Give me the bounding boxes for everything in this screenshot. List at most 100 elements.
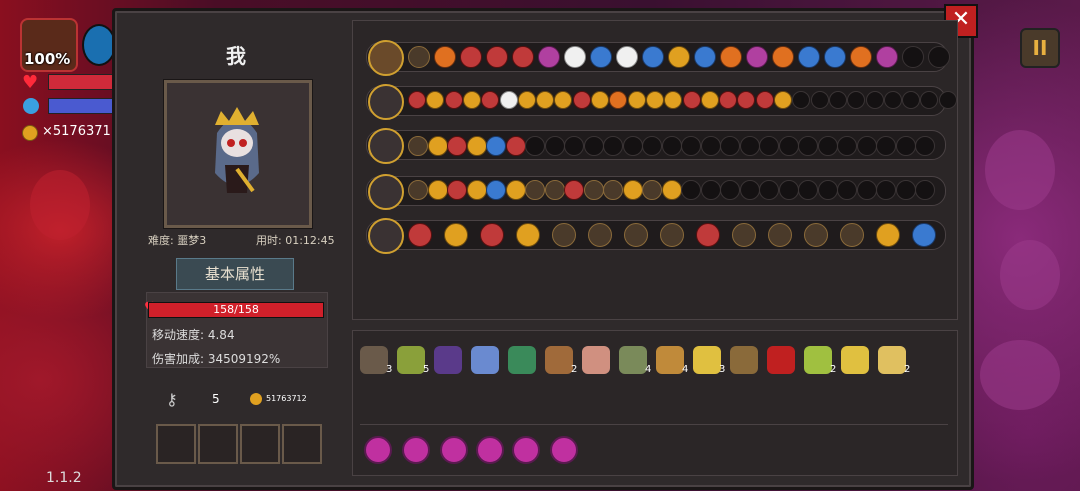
- enchant-slot-filled[interactable]: [591, 91, 609, 109]
- enchant-slot-filled[interactable]: [447, 136, 467, 156]
- antler-icon[interactable]: [841, 346, 869, 374]
- enchant-slot-empty[interactable]: [876, 136, 896, 156]
- enchant-slot-empty[interactable]: [938, 91, 957, 109]
- enchant-slot-filled[interactable]: [462, 91, 481, 109]
- helmet-icon[interactable]: [508, 346, 536, 374]
- enchant-slot-filled[interactable]: [517, 91, 536, 109]
- enchant-slot-filled[interactable]: [427, 180, 448, 200]
- enchant-slot-filled[interactable]: [544, 180, 565, 200]
- hat-icon[interactable]: [360, 346, 388, 374]
- enchant-slot-filled[interactable]: [627, 91, 646, 109]
- enchant-slot-filled[interactable]: [408, 223, 432, 247]
- enchant-slot-filled[interactable]: [912, 223, 936, 247]
- eye-icon[interactable]: [767, 346, 795, 374]
- enchant-slot-empty[interactable]: [564, 136, 584, 156]
- enchant-slot-filled[interactable]: [668, 46, 690, 68]
- enchant-slot-filled[interactable]: [616, 46, 638, 68]
- enchant-slot-filled[interactable]: [603, 180, 623, 200]
- enchant-slot-filled[interactable]: [694, 46, 716, 68]
- wand-icon[interactable]: [368, 174, 404, 210]
- mace-icon[interactable]: [368, 218, 404, 254]
- enchant-slot-empty[interactable]: [828, 91, 847, 109]
- enchant-slot-empty[interactable]: [739, 136, 760, 156]
- enchant-slot-empty[interactable]: [525, 136, 545, 156]
- equipment-slot[interactable]: [156, 424, 196, 464]
- enchant-slot-empty[interactable]: [720, 136, 740, 156]
- enchant-slot-filled[interactable]: [660, 223, 684, 247]
- enchant-slot-filled[interactable]: [755, 91, 774, 109]
- enchant-slot-filled[interactable]: [624, 223, 648, 247]
- enchant-slot-filled[interactable]: [661, 180, 682, 200]
- enchant-slot-filled[interactable]: [486, 136, 506, 156]
- enchant-slot-filled[interactable]: [516, 223, 540, 247]
- tab-basic-attributes[interactable]: 基本属性: [176, 258, 294, 290]
- enchant-slot-filled[interactable]: [798, 46, 820, 68]
- enchant-slot-empty[interactable]: [876, 180, 896, 200]
- enchant-slot-empty[interactable]: [895, 180, 916, 200]
- enchant-slot-filled[interactable]: [466, 180, 487, 200]
- chest-icon[interactable]: [368, 40, 404, 76]
- enchant-slot-filled[interactable]: [772, 46, 794, 68]
- enchant-slot-filled[interactable]: [590, 46, 612, 68]
- enchant-slot-empty[interactable]: [915, 136, 935, 156]
- flask-icon[interactable]: [693, 346, 721, 374]
- enchant-slot-filled[interactable]: [824, 46, 846, 68]
- enchant-slot-filled[interactable]: [774, 91, 792, 109]
- enchant-slot-empty[interactable]: [700, 136, 721, 156]
- hourglass-icon[interactable]: [730, 346, 758, 374]
- enchant-slot-filled[interactable]: [444, 223, 468, 247]
- enchant-slot-empty[interactable]: [837, 136, 857, 156]
- enchant-slot-filled[interactable]: [746, 46, 768, 68]
- pickaxe-icon[interactable]: [656, 346, 684, 374]
- skill-icon[interactable]: [512, 436, 540, 464]
- enchant-slot-filled[interactable]: [505, 136, 526, 156]
- enchant-slot-filled[interactable]: [719, 91, 738, 109]
- enchant-slot-empty[interactable]: [661, 136, 682, 156]
- enchant-slot-empty[interactable]: [778, 180, 799, 200]
- skill-icon[interactable]: [440, 436, 468, 464]
- enchant-slot-empty[interactable]: [883, 91, 902, 109]
- enchant-slot-empty[interactable]: [681, 180, 701, 200]
- enchant-slot-empty[interactable]: [700, 180, 721, 200]
- enchant-slot-empty[interactable]: [720, 180, 740, 200]
- enchant-slot-filled[interactable]: [466, 136, 487, 156]
- enchant-slot-empty[interactable]: [603, 136, 623, 156]
- enchant-slot-filled[interactable]: [525, 180, 545, 200]
- crystal-icon[interactable]: [471, 346, 499, 374]
- enchant-slot-filled[interactable]: [720, 46, 742, 68]
- enchant-slot-filled[interactable]: [642, 180, 662, 200]
- enchant-slot-empty[interactable]: [642, 136, 662, 156]
- enchant-slot-filled[interactable]: [536, 91, 555, 109]
- enchant-slot-filled[interactable]: [552, 223, 576, 247]
- enchant-slot-empty[interactable]: [928, 46, 950, 68]
- enchant-slot-empty[interactable]: [759, 136, 779, 156]
- enchant-slot-filled[interactable]: [434, 46, 456, 68]
- skill-icon[interactable]: [550, 436, 578, 464]
- enchant-slot-filled[interactable]: [512, 46, 534, 68]
- skill-icon[interactable]: [476, 436, 504, 464]
- enchant-slot-filled[interactable]: [876, 223, 900, 247]
- enchant-slot-filled[interactable]: [499, 91, 518, 109]
- enchant-slot-empty[interactable]: [837, 180, 857, 200]
- enchant-slot-filled[interactable]: [486, 46, 508, 68]
- pause-button[interactable]: II: [1020, 28, 1060, 68]
- skill-icon[interactable]: [364, 436, 392, 464]
- enchant-slot-empty[interactable]: [856, 180, 877, 200]
- skill-icon[interactable]: [402, 436, 430, 464]
- enchant-slot-empty[interactable]: [817, 136, 838, 156]
- enchant-slot-empty[interactable]: [902, 91, 921, 109]
- enchant-slot-empty[interactable]: [810, 91, 829, 109]
- enchant-slot-empty[interactable]: [798, 136, 818, 156]
- enchant-slot-filled[interactable]: [408, 136, 428, 156]
- enchant-slot-empty[interactable]: [817, 180, 838, 200]
- enchant-slot-empty[interactable]: [681, 136, 701, 156]
- enchant-slot-filled[interactable]: [850, 46, 872, 68]
- enchant-slot-filled[interactable]: [696, 223, 720, 247]
- enchant-slot-filled[interactable]: [564, 46, 586, 68]
- sword-icon[interactable]: [619, 346, 647, 374]
- enchant-slot-filled[interactable]: [732, 223, 756, 247]
- enchant-slot-filled[interactable]: [645, 91, 664, 109]
- enchant-slot-empty[interactable]: [583, 136, 604, 156]
- enchant-slot-filled[interactable]: [804, 223, 828, 247]
- enchant-slot-filled[interactable]: [840, 223, 864, 247]
